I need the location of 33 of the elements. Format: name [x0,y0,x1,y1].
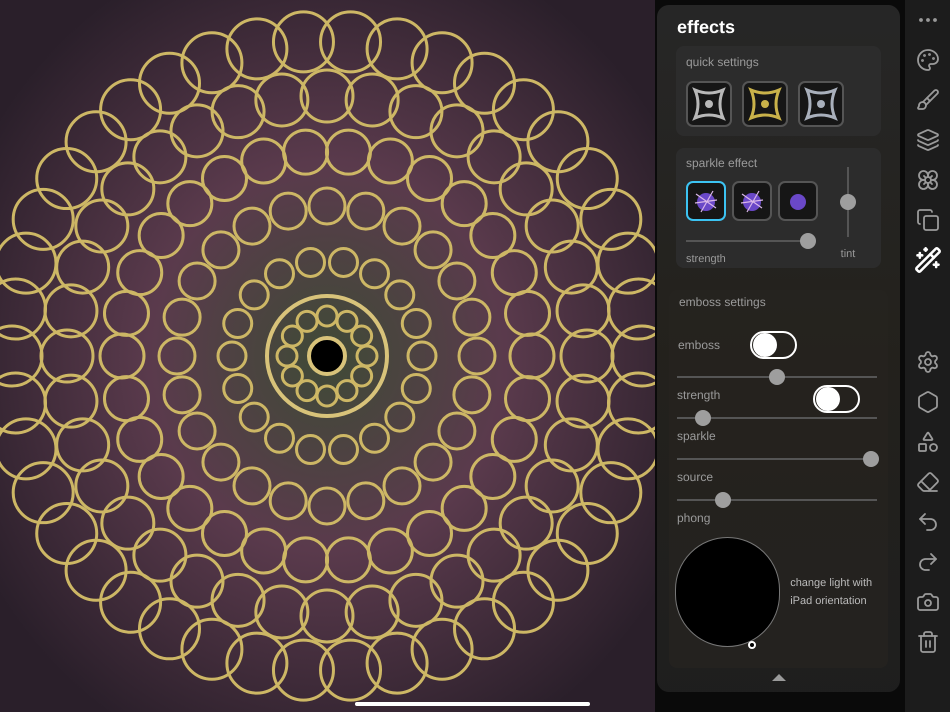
light-caption: change light with iPad orientation [790,576,874,609]
slider[interactable] [686,233,814,249]
sparkle-option[interactable] [732,181,772,221]
magic-wand-icon[interactable] [912,245,942,275]
toggle-label: emboss [678,337,722,354]
slider[interactable] [677,410,877,426]
gem-icon [739,188,765,214]
slider-label: sparkle [677,428,717,445]
slider-label: phong [677,510,712,527]
slider-label: strength [677,387,722,404]
section-title: emboss settings [679,294,767,311]
slider-thumb[interactable] [769,369,785,385]
slider-thumb[interactable] [695,410,711,426]
slider-label: source [677,469,714,486]
slider[interactable] [677,369,877,385]
gem-icon [693,188,719,214]
slider-thumb[interactable] [715,492,731,508]
slider[interactable] [677,451,877,467]
toggle-switch[interactable] [813,385,860,413]
slider-thumb[interactable] [840,194,856,210]
slider[interactable] [677,492,877,508]
section-title: quick settings [686,54,760,71]
slider-thumb[interactable] [863,451,879,467]
section-title: sparkle effect [686,155,758,172]
slider-label: strength [686,252,727,267]
vertical-slider[interactable] [840,167,856,237]
slider-thumb[interactable] [800,233,816,249]
panel-title: effects [677,16,736,38]
light-source-handle[interactable] [748,641,756,649]
toggle-switch[interactable] [750,331,797,359]
slider-label: tint [840,247,856,262]
collapse-caret-icon[interactable] [772,674,786,681]
sparkle-option[interactable] [686,181,726,221]
